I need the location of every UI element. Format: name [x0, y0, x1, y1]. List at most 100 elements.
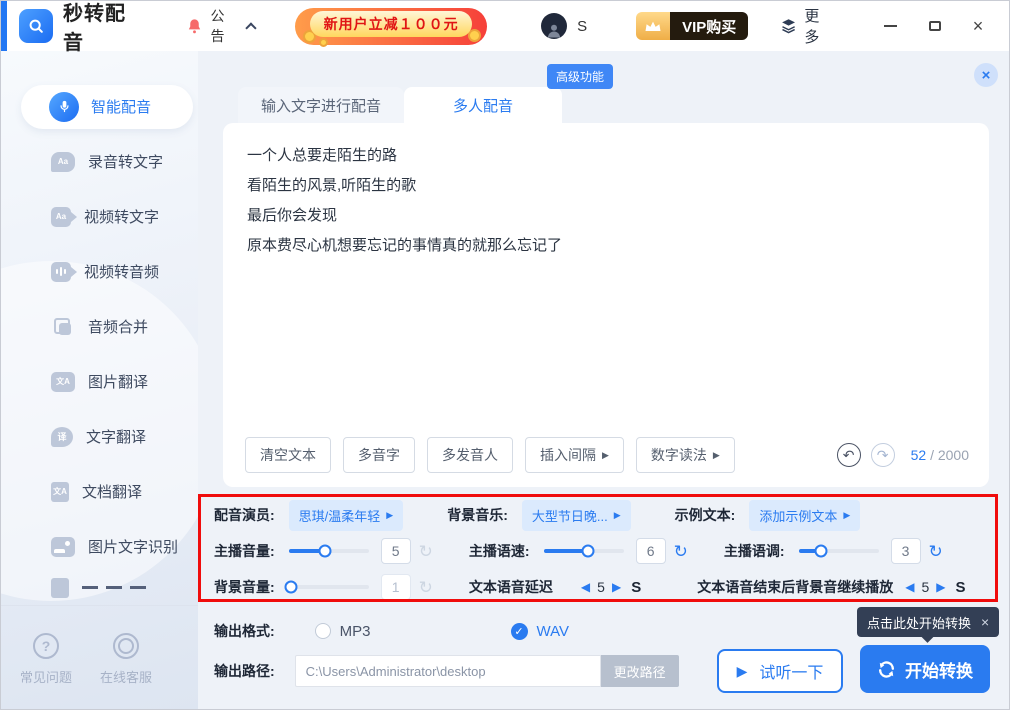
- window-controls: ×: [875, 11, 993, 41]
- bg-volume-slider[interactable]: [289, 585, 369, 589]
- sidebar-item-label: 录音转文字: [88, 151, 163, 172]
- arrow-right-icon: ▶: [614, 510, 621, 521]
- speed-reset-icon[interactable]: ↻: [674, 543, 688, 560]
- start-convert-button[interactable]: 开始转换: [860, 645, 990, 693]
- output-format-row: 输出格式: MP3 ✓ WAV: [214, 616, 569, 646]
- support-label: 在线客服: [100, 667, 152, 686]
- voice-actor-label: 配音演员:: [214, 505, 275, 525]
- char-limit: / 2000: [930, 447, 969, 463]
- increase-icon[interactable]: ▶: [936, 580, 945, 594]
- tooltip-close-icon[interactable]: ×: [981, 614, 989, 630]
- volume-reset-icon[interactable]: ↻: [419, 543, 433, 560]
- preview-button[interactable]: ▶ 试听一下: [717, 649, 843, 693]
- tab-text-dubbing[interactable]: 输入文字进行配音: [238, 87, 404, 123]
- vip-purchase-button[interactable]: VIP购买: [636, 12, 748, 40]
- sidebar-item-smart-dubbing[interactable]: 智能配音: [1, 79, 198, 134]
- arrow-right-icon: ▶: [843, 510, 850, 521]
- undo-button[interactable]: ↶: [837, 443, 861, 467]
- merge-icon: [51, 317, 75, 337]
- sidebar-divider: [1, 605, 198, 606]
- sidebar-item-label: 图片翻译: [88, 371, 148, 392]
- panel-close-icon[interactable]: ×: [974, 63, 998, 87]
- sidebar-item-label: 视频转音频: [84, 261, 159, 282]
- volume-slider[interactable]: [289, 549, 369, 553]
- change-path-button[interactable]: 更改路径: [601, 655, 679, 687]
- sidebar-item-clipped[interactable]: [1, 574, 198, 600]
- bell-icon: [186, 18, 203, 35]
- delay-value: 5: [597, 579, 605, 595]
- volume-value[interactable]: 5: [381, 538, 411, 564]
- sidebar-item-video-to-text[interactable]: Aa 视频转文字: [1, 189, 198, 244]
- close-button[interactable]: ×: [963, 11, 993, 41]
- announcement-link[interactable]: 公告: [211, 6, 238, 46]
- tooltip-text: 点击此处开始转换: [867, 613, 971, 632]
- sidebar: 智能配音 Aa 录音转文字 Aa 视频转文字 视频转音频 音频合并 文A 图片: [1, 51, 198, 710]
- question-icon: ?: [33, 633, 59, 659]
- more-menu[interactable]: 更多: [780, 5, 833, 47]
- radio-mp3[interactable]: MP3: [315, 623, 371, 640]
- tail-value: 5: [921, 579, 929, 595]
- avatar[interactable]: [541, 13, 567, 39]
- bg-volume-value[interactable]: 1: [381, 574, 411, 600]
- clipped-text-fragment: [82, 586, 146, 589]
- pitch-label: 主播语调:: [724, 541, 785, 561]
- speed-value[interactable]: 6: [636, 538, 666, 564]
- increase-icon[interactable]: ▶: [612, 580, 621, 594]
- sidebar-item-image-ocr[interactable]: 图片文字识别: [1, 519, 198, 574]
- settings-row-3: 背景音量: 1 ↻ 文本语音延迟 ◀ 5 ▶ S 文本语音结束后背景音继续播放 …: [204, 569, 998, 605]
- image-translate-icon: 文A: [51, 372, 75, 392]
- polyphone-button[interactable]: 多音字: [343, 437, 415, 473]
- main-panel: × 高级功能 输入文字进行配音 多人配音 一个人总要走陌生的路 看陌生的风景,听…: [198, 51, 1010, 710]
- volume-label: 主播音量:: [214, 541, 275, 561]
- accent-strip: [1, 1, 7, 51]
- sidebar-item-label: 智能配音: [91, 96, 151, 117]
- convert-icon: [877, 660, 896, 679]
- maximize-button[interactable]: [920, 11, 950, 41]
- title-bar: 秒转配音 公告 新用户立减１００元 S VIP购买 更多: [1, 1, 1009, 51]
- redo-button[interactable]: ↷: [871, 443, 895, 467]
- promo-banner[interactable]: 新用户立减１００元: [295, 8, 487, 45]
- online-support-button[interactable]: 在线客服: [93, 619, 159, 686]
- app-logo-icon: [19, 9, 53, 43]
- sidebar-item-audio-merge[interactable]: 音频合并: [1, 299, 198, 354]
- sidebar-item-audio-to-text[interactable]: Aa 录音转文字: [1, 134, 198, 189]
- number-reading-button[interactable]: 数字读法▶: [636, 437, 735, 473]
- output-path-input[interactable]: C:\Users\Administrator\desktop: [295, 655, 601, 687]
- minimize-button[interactable]: [875, 11, 905, 41]
- clear-text-button[interactable]: 清空文本: [245, 437, 331, 473]
- tail-stepper: ◀ 5 ▶: [905, 579, 945, 595]
- output-path-row: 输出路径: C:\Users\Administrator\desktop 更改路…: [214, 648, 679, 694]
- pitch-slider[interactable]: [799, 549, 879, 553]
- faq-button[interactable]: ? 常见问题: [13, 619, 79, 686]
- speed-slider[interactable]: [544, 549, 624, 553]
- support-icon: [113, 633, 139, 659]
- sample-text-select[interactable]: 添加示例文本▶: [749, 500, 860, 531]
- chat-translate-icon: 译: [51, 427, 73, 447]
- bg-volume-reset-icon[interactable]: ↻: [419, 579, 433, 596]
- sidebar-item-label: 文档翻译: [82, 481, 142, 502]
- decrease-icon[interactable]: ◀: [581, 580, 590, 594]
- voice-actor-select[interactable]: 思琪/温柔年轻▶: [289, 500, 404, 531]
- mp3-label: MP3: [340, 623, 371, 640]
- pitch-value[interactable]: 3: [891, 538, 921, 564]
- radio-wav[interactable]: ✓ WAV: [511, 623, 570, 640]
- sidebar-item-text-translate[interactable]: 译 文字翻译: [1, 409, 198, 464]
- insert-pause-button[interactable]: 插入间隔▶: [525, 437, 624, 473]
- decrease-icon[interactable]: ◀: [905, 580, 914, 594]
- speed-label: 主播语速:: [469, 541, 530, 561]
- coin-icon: [319, 38, 328, 47]
- multi-speaker-button[interactable]: 多发音人: [427, 437, 513, 473]
- editor-content[interactable]: 一个人总要走陌生的路 看陌生的风景,听陌生的歌 最后你会发现 原本费尽心机想要忘…: [223, 123, 989, 254]
- tab-multi-voice[interactable]: 多人配音: [404, 87, 562, 123]
- sidebar-item-doc-translate[interactable]: 文A 文档翻译: [1, 464, 198, 519]
- bgm-label: 背景音乐:: [447, 505, 508, 525]
- sidebar-item-image-translate[interactable]: 文A 图片翻译: [1, 354, 198, 409]
- sidebar-item-video-to-audio[interactable]: 视频转音频: [1, 244, 198, 299]
- bgm-select[interactable]: 大型节日晚...▶: [522, 500, 631, 531]
- tail-label: 文本语音结束后背景音继续播放: [697, 577, 893, 597]
- delay-stepper: ◀ 5 ▶: [581, 579, 621, 595]
- text-editor[interactable]: 一个人总要走陌生的路 看陌生的风景,听陌生的歌 最后你会发现 原本费尽心机想要忘…: [223, 123, 989, 487]
- settings-row-2: 主播音量: 5 ↻ 主播语速: 6 ↻ 主播语调: 3 ↻: [204, 533, 998, 569]
- pitch-reset-icon[interactable]: ↻: [929, 543, 943, 560]
- chevron-up-icon[interactable]: [246, 22, 257, 33]
